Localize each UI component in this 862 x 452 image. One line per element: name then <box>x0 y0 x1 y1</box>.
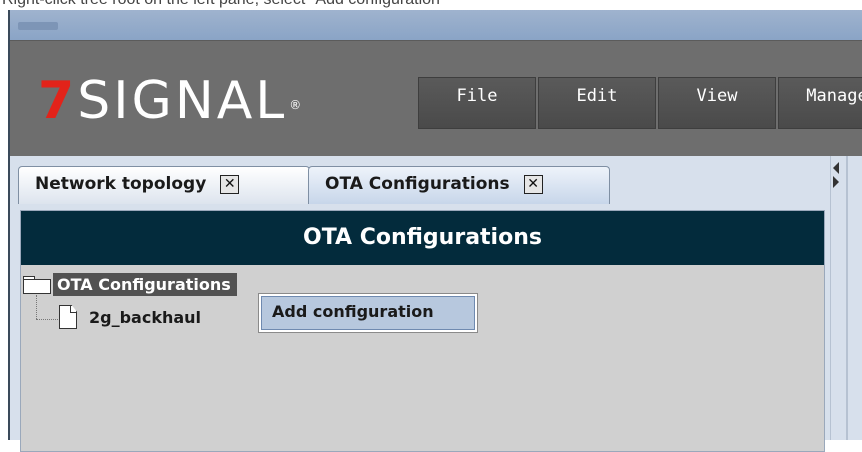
close-icon[interactable]: ✕ <box>523 175 543 194</box>
tab-ota-configurations[interactable]: OTA Configurations ✕ <box>308 166 610 204</box>
workspace: Network topology ✕ OTA Configurations ✕ … <box>10 156 862 452</box>
menu-file[interactable]: File <box>418 77 536 129</box>
folder-icon <box>21 274 51 294</box>
right-pane-edge <box>846 156 848 440</box>
logo-seven: 7 <box>38 71 78 131</box>
file-icon <box>59 305 79 329</box>
application-window: 7SIGNAL ® File Edit View Manage Network … <box>8 10 862 452</box>
brand-logo: 7SIGNAL ® <box>38 71 301 131</box>
collapse-left-arrow-icon[interactable] <box>833 162 839 174</box>
pane-title: OTA Configurations <box>21 211 824 265</box>
tree-connector-line <box>36 319 58 320</box>
close-icon[interactable]: ✕ <box>220 175 240 194</box>
tree-root-label: OTA Configurations <box>53 272 237 296</box>
menu-manage[interactable]: Manage <box>778 77 862 129</box>
tree-item-label: 2g_backhaul <box>89 307 202 327</box>
menu-edit[interactable]: Edit <box>538 77 656 129</box>
ota-configurations-pane: OTA Configurations OTA Configurations 2g… <box>20 210 825 452</box>
tab-network-topology[interactable]: Network topology ✕ <box>18 166 310 204</box>
menu-view[interactable]: View <box>658 77 776 129</box>
logo-registered-mark: ® <box>289 98 302 112</box>
pane-splitter[interactable] <box>830 156 843 440</box>
tree-connector-line <box>36 295 37 319</box>
context-menu: Add configuration <box>258 293 478 333</box>
tab-label: Network topology <box>35 174 207 194</box>
app-banner: 7SIGNAL ® File Edit View Manage <box>10 40 862 157</box>
tree-item-2g-backhaul[interactable]: 2g_backhaul <box>59 305 201 329</box>
window-grip-icon <box>18 22 58 30</box>
main-menu: File Edit View Manage <box>418 77 862 129</box>
tree-root-ota-configurations[interactable]: OTA Configurations <box>21 271 237 297</box>
window-title-bar <box>10 10 862 40</box>
logo-word: SIGNAL <box>77 71 288 131</box>
tab-label: OTA Configurations <box>325 174 510 194</box>
expand-right-arrow-icon[interactable] <box>833 176 839 188</box>
instruction-caption: Right-click tree root on the left pane, … <box>2 0 446 9</box>
context-menu-add-configuration[interactable]: Add configuration <box>261 296 475 330</box>
